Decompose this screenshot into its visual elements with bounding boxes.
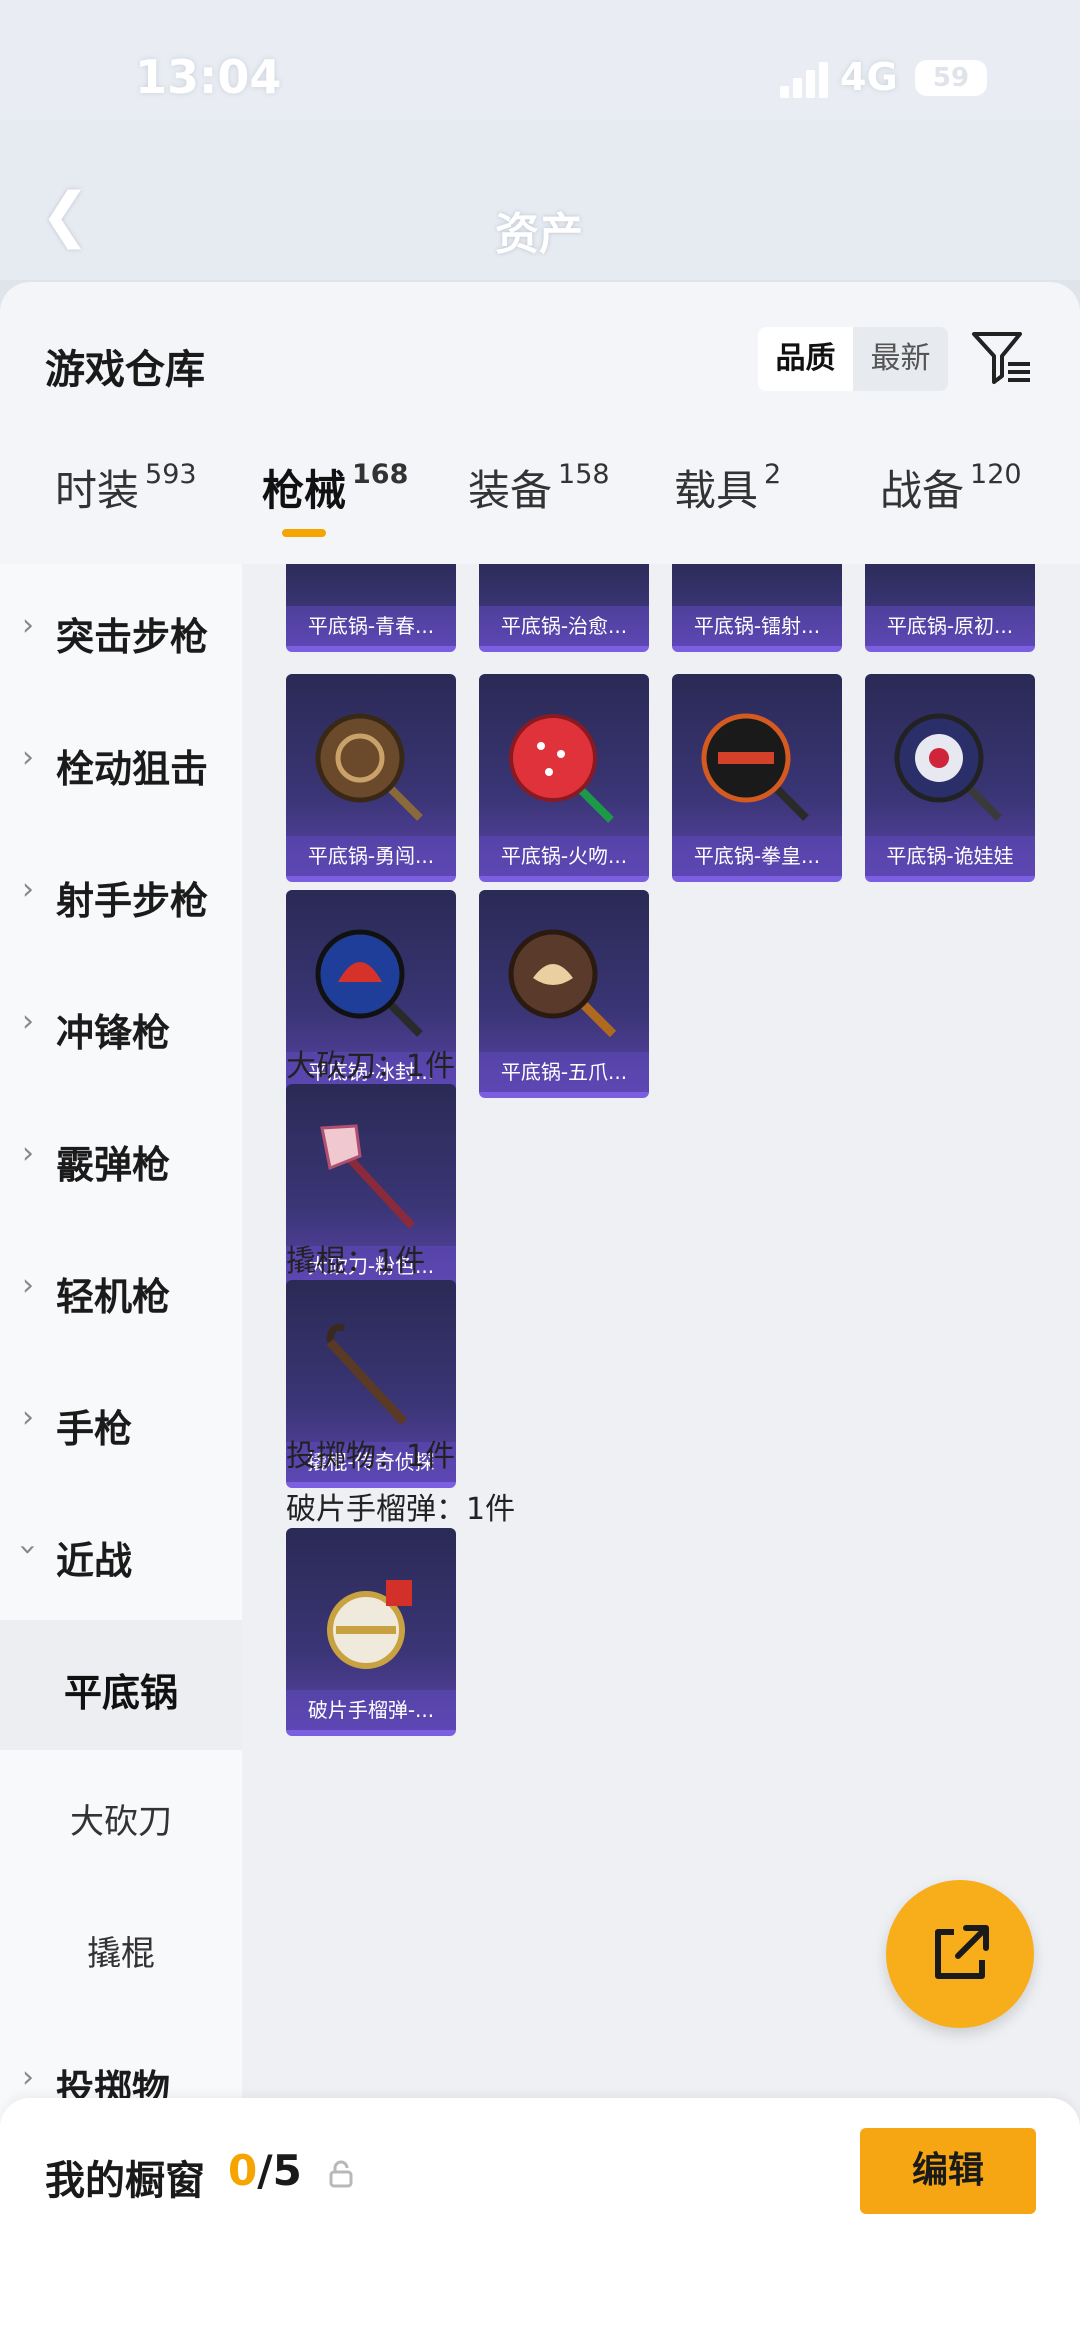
sidebar-item-marksman-rifle[interactable]: › 射手步枪: [0, 828, 242, 958]
sort-latest[interactable]: 最新: [853, 327, 948, 391]
tab-equipment[interactable]: 装备 158: [468, 457, 610, 518]
chevron-right-icon: ›: [22, 740, 34, 775]
tab-vehicles[interactable]: 载具 2: [674, 457, 781, 518]
sidebar-item-lmg[interactable]: › 轻机枪: [0, 1224, 242, 1354]
tab-guns[interactable]: 枪械 168: [262, 457, 408, 537]
back-icon[interactable]: ❮: [40, 180, 90, 250]
nav-bar: ❮ 资产: [0, 120, 1080, 280]
item-card[interactable]: 平底锅-勇闯...: [286, 674, 456, 882]
battery-icon: 59: [915, 60, 987, 96]
item-card[interactable]: 平底锅-火吻...: [479, 674, 649, 882]
sidebar: › 突击步枪 › 栓动狙击 › 射手步枪 › 冲锋枪 › 霰弹枪 › 轻机枪 › 手枪 › 近战…: [0, 564, 242, 2341]
item-card[interactable]: 平底锅-拳皇...: [672, 674, 842, 882]
item-grid: 平底锅-青春... 平底锅-治愈... 平底锅-镭射... 平底锅-原初... …: [242, 564, 1080, 2341]
chevron-right-icon: ›: [22, 608, 34, 643]
chevron-down-icon: ›: [10, 1543, 46, 1556]
chevron-right-icon: ›: [22, 1268, 34, 1303]
chevron-right-icon: ›: [22, 1004, 34, 1039]
item-card[interactable]: 平底锅-镭射...: [672, 564, 842, 652]
sidebar-item-melee[interactable]: › 近战: [0, 1488, 242, 1618]
share-icon: [935, 1925, 989, 1979]
section-header-crowbar: 撬棍：1件: [286, 1244, 426, 1279]
section-header-throwable: 投掷物：1件: [286, 1439, 456, 1474]
showcase-bar: 我的橱窗 0/5 编辑: [0, 2098, 1080, 2341]
item-card[interactable]: 平底锅-原初...: [865, 564, 1035, 652]
tab-supplies[interactable]: 战备 120: [880, 457, 1022, 518]
warehouse-sheet: 游戏仓库 品质 最新 时装 593 枪械 168 装备 158 载具 2 战备 120 ›…: [0, 282, 1080, 2341]
section-header-machete: 大砍刀：1件: [286, 1049, 456, 1084]
sidebar-item-pan[interactable]: 平底锅: [0, 1620, 242, 1750]
sheet-title: 游戏仓库: [45, 347, 205, 393]
sidebar-item-smg[interactable]: › 冲锋枪: [0, 960, 242, 1090]
sidebar-item-machete[interactable]: 大砍刀: [0, 1752, 242, 1882]
sidebar-item-assault-rifle[interactable]: › 突击步枪: [0, 564, 242, 694]
tab-fashion[interactable]: 时装 593: [55, 457, 197, 518]
item-card[interactable]: 平底锅-青春...: [286, 564, 456, 652]
sort-toggle: 品质 最新: [758, 327, 948, 391]
showcase-label: 我的橱窗: [45, 2158, 205, 2204]
crowbar-icon: [326, 1323, 408, 1426]
signal-icon: [780, 60, 828, 98]
share-button[interactable]: [886, 1880, 1034, 2028]
pan-icon: [701, 713, 809, 821]
chevron-right-icon: ›: [22, 1400, 34, 1435]
tab-underline: [282, 529, 326, 537]
showcase-count: 0/5: [228, 2146, 302, 2195]
pan-icon: [315, 929, 423, 1037]
chevron-right-icon: ›: [22, 872, 34, 907]
pan-icon: [315, 713, 423, 821]
section-header-grenade: 破片手榴弹：1件: [286, 1492, 516, 1527]
chevron-right-icon: ›: [22, 1136, 34, 1171]
sidebar-item-bolt-sniper[interactable]: › 栓动狙击: [0, 696, 242, 826]
sidebar-item-crowbar[interactable]: 撬棍: [0, 1884, 242, 2014]
status-time: 13:04: [135, 50, 282, 104]
item-card[interactable]: 平底锅-治愈...: [479, 564, 649, 652]
nav-title: 资产: [495, 209, 583, 260]
item-card[interactable]: 破片手榴弹-...: [286, 1528, 456, 1736]
lock-icon: [329, 2160, 353, 2188]
sidebar-item-shotgun[interactable]: › 霰弹枪: [0, 1092, 242, 1222]
pan-icon: [509, 714, 614, 823]
sort-quality[interactable]: 品质: [758, 327, 853, 391]
chevron-right-icon: ›: [22, 2060, 34, 2095]
filter-icon[interactable]: [970, 328, 1034, 388]
axe-icon: [320, 1124, 415, 1229]
edit-button[interactable]: 编辑: [860, 2128, 1036, 2214]
pan-icon: [508, 929, 617, 1038]
sidebar-item-pistol[interactable]: › 手枪: [0, 1356, 242, 1486]
category-tabs: 时装 593 枪械 168 装备 158 载具 2 战备 120: [0, 432, 1080, 542]
status-bar: 13:04 4G 59: [0, 0, 1080, 120]
item-card[interactable]: 平底锅-诡娃娃: [865, 674, 1035, 882]
pan-icon: [894, 713, 1002, 821]
network-label: 4G: [840, 55, 898, 99]
item-card[interactable]: 平底锅-五爪...: [479, 890, 649, 1098]
grenade-icon: [327, 1580, 412, 1669]
